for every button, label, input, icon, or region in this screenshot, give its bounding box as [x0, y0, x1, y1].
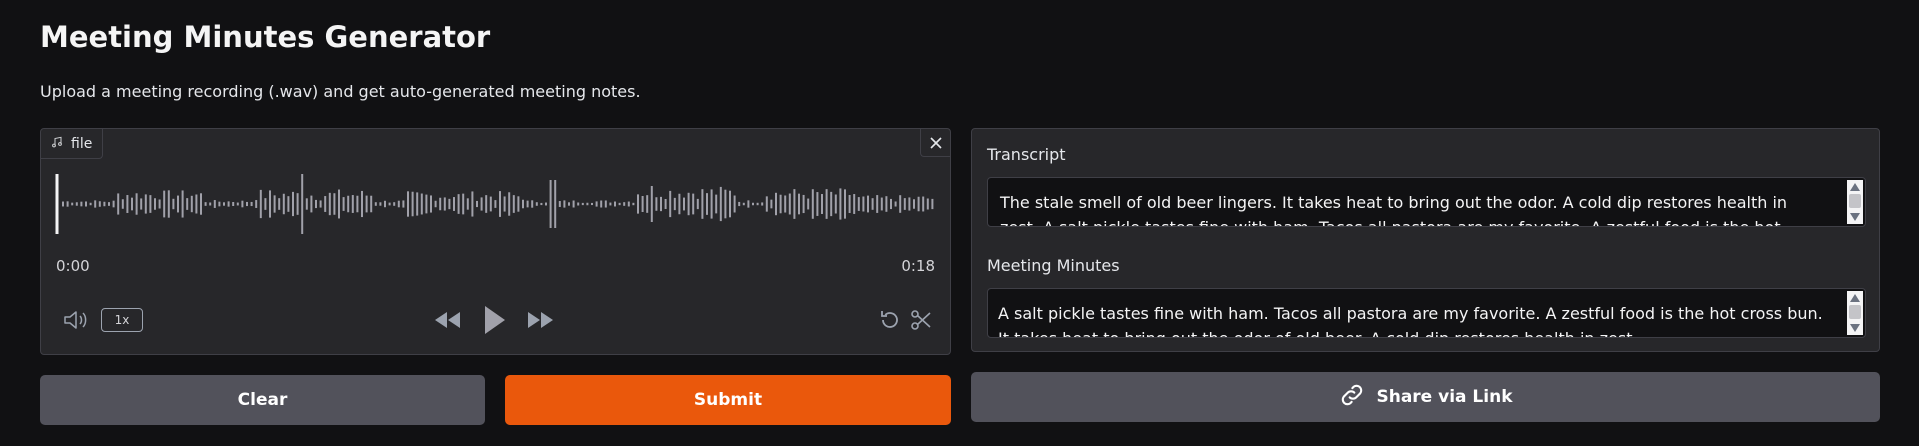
close-icon[interactable]: [920, 129, 950, 157]
rewind-icon[interactable]: [431, 307, 463, 333]
fast-forward-icon[interactable]: [525, 307, 557, 333]
transcript-textbox[interactable]: The stale smell of old beer lingers. It …: [987, 177, 1866, 227]
page-title: Meeting Minutes Generator: [40, 20, 491, 54]
scissors-icon[interactable]: [907, 307, 935, 333]
minutes-label: Meeting Minutes: [987, 256, 1120, 275]
minutes-textbox[interactable]: A salt pickle tastes fine with ham. Taco…: [987, 288, 1866, 338]
transcript-scrollbar[interactable]: [1847, 180, 1863, 224]
clear-button[interactable]: Clear: [40, 375, 485, 425]
link-icon: [1338, 381, 1366, 414]
time-current: 0:00: [56, 257, 90, 275]
play-icon[interactable]: [479, 303, 509, 337]
file-label-badge: file: [41, 129, 104, 159]
music-note-icon: [51, 136, 63, 152]
submit-button[interactable]: Submit: [505, 375, 951, 425]
undo-icon[interactable]: [876, 307, 904, 333]
transcript-label: Transcript: [987, 145, 1066, 164]
transcript-text: The stale smell of old beer lingers. It …: [1000, 193, 1788, 226]
file-label: file: [71, 135, 93, 152]
waveform[interactable]: [55, 169, 935, 239]
audio-player: file 0:00 0:18 1x: [40, 128, 951, 355]
playback-controls: 1x: [41, 299, 950, 339]
share-button-label: Share via Link: [1376, 387, 1513, 407]
share-button[interactable]: Share via Link: [971, 372, 1880, 422]
time-duration: 0:18: [901, 257, 935, 275]
playback-speed-button[interactable]: 1x: [101, 308, 143, 332]
minutes-text: A salt pickle tastes fine with ham. Taco…: [998, 304, 1823, 337]
app-root: Meeting Minutes Generator Upload a meeti…: [0, 0, 1919, 446]
page-description: Upload a meeting recording (.wav) and ge…: [40, 82, 641, 101]
output-panel: Transcript The stale smell of old beer l…: [971, 128, 1880, 352]
volume-icon[interactable]: [61, 307, 91, 333]
minutes-scrollbar[interactable]: [1847, 291, 1863, 335]
